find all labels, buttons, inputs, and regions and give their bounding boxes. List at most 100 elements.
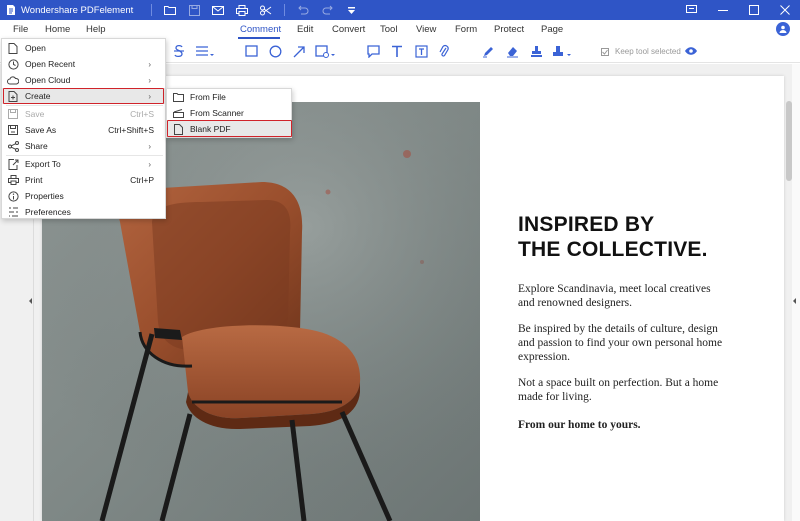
- menu-item-shortcut: Ctrl+Shift+S: [108, 125, 154, 135]
- window-controls: [676, 0, 800, 20]
- user-avatar-icon[interactable]: [776, 22, 790, 36]
- submenu-arrow-icon: ›: [148, 141, 151, 151]
- title-bar: Wondershare PDFelement: [0, 0, 800, 20]
- print-icon: [7, 174, 19, 186]
- menu-item-label: Share: [25, 141, 48, 151]
- maximize-icon[interactable]: [738, 0, 769, 20]
- stamp-icon[interactable]: [528, 43, 544, 59]
- save-icon: [7, 108, 19, 120]
- heading-line-1: INSPIRED BY: [518, 213, 655, 236]
- menu-item-preferences[interactable]: Preferences: [2, 204, 165, 220]
- submenu-arrow-icon: ›: [148, 59, 151, 69]
- quick-access-toolbar: [145, 3, 363, 17]
- doc-heading: INSPIRED BY THE COLLECTIVE.: [518, 212, 708, 262]
- menu-item-label: Print: [25, 175, 43, 185]
- menu-home[interactable]: Home: [45, 24, 70, 35]
- menu-item-label: Save: [25, 109, 45, 119]
- signature-icon[interactable]: [551, 43, 573, 59]
- menu-help[interactable]: Help: [86, 24, 106, 35]
- right-rail: [792, 64, 800, 521]
- redo-icon[interactable]: [320, 3, 334, 17]
- tab-edit[interactable]: Edit: [297, 24, 313, 35]
- expand-sidebar-icon[interactable]: [29, 298, 32, 304]
- share-icon: [7, 140, 19, 152]
- textbox-icon[interactable]: [413, 43, 429, 59]
- dropdown-icon[interactable]: [344, 3, 358, 17]
- vertical-scrollbar[interactable]: [786, 101, 792, 181]
- menu-item-label: Open Recent: [25, 59, 76, 69]
- lines-icon[interactable]: [194, 43, 216, 59]
- properties-icon: [7, 190, 19, 202]
- submenu-item-from-scanner[interactable]: From Scanner: [167, 105, 291, 121]
- menu-item-open-recent[interactable]: Open Recent ›: [2, 56, 165, 72]
- menu-item-save[interactable]: Save Ctrl+S: [2, 106, 165, 122]
- menu-item-open[interactable]: Open: [2, 40, 165, 56]
- pen-icon[interactable]: [480, 43, 496, 59]
- save-icon[interactable]: [187, 3, 201, 17]
- note-icon[interactable]: [365, 43, 381, 59]
- undo-icon[interactable]: [296, 3, 310, 17]
- file-menu: Open Open Recent › Open Cloud › Create ›…: [1, 38, 166, 219]
- submenu-item-label: From File: [190, 92, 226, 102]
- folder-icon[interactable]: [163, 3, 177, 17]
- shape-icon[interactable]: [314, 43, 338, 59]
- cloud-icon: [7, 74, 19, 86]
- mail-icon[interactable]: [211, 3, 225, 17]
- eraser-icon[interactable]: [504, 43, 520, 59]
- divider: [151, 4, 153, 16]
- submenu-arrow-icon: ›: [148, 159, 151, 169]
- keep-tool-label: Keep tool selected: [615, 47, 681, 56]
- arrow-icon[interactable]: [291, 43, 307, 59]
- menu-file[interactable]: File: [13, 24, 28, 35]
- menu-item-properties[interactable]: Properties: [2, 188, 165, 204]
- tab-view[interactable]: View: [416, 24, 436, 35]
- close-icon[interactable]: [769, 0, 800, 20]
- heading-line-2: THE COLLECTIVE.: [518, 238, 708, 261]
- tab-comment[interactable]: Comment: [240, 24, 281, 35]
- circle-icon[interactable]: [267, 43, 283, 59]
- expand-right-panel-icon[interactable]: [793, 298, 796, 304]
- menu-item-shortcut: Ctrl+S: [130, 109, 154, 119]
- preferences-icon: [7, 206, 19, 218]
- tab-convert[interactable]: Convert: [332, 24, 365, 35]
- menu-item-label: Save As: [25, 125, 57, 135]
- clock-icon: [7, 58, 19, 70]
- text-icon[interactable]: [389, 43, 405, 59]
- menu-item-save-as[interactable]: Save As Ctrl+Shift+S: [2, 122, 165, 138]
- open-file-icon: [7, 42, 19, 54]
- paragraph-1: Explore Scandinavia, meet local creative…: [518, 283, 711, 309]
- tab-protect[interactable]: Protect: [494, 24, 524, 35]
- paragraph-4: From our home to yours.: [518, 419, 641, 431]
- scissors-icon[interactable]: [259, 3, 273, 17]
- eye-icon[interactable]: [683, 43, 699, 59]
- tab-tool[interactable]: Tool: [380, 24, 397, 35]
- menu-item-shortcut: Ctrl+P: [130, 175, 154, 185]
- tab-page[interactable]: Page: [541, 24, 563, 35]
- menu-item-label: Properties: [25, 191, 64, 201]
- menu-item-open-cloud[interactable]: Open Cloud ›: [2, 72, 165, 88]
- blank-pdf-highlight-box: [167, 120, 292, 137]
- submenu-item-from-file[interactable]: From File: [167, 89, 291, 105]
- menu-item-share[interactable]: Share ›: [2, 138, 165, 154]
- keep-tool-selected[interactable]: Keep tool selected: [601, 47, 681, 56]
- menu-item-label: Open Cloud: [25, 75, 71, 85]
- menu-item-label: Preferences: [25, 207, 71, 217]
- attachment-icon[interactable]: [436, 43, 452, 59]
- save-as-icon: [7, 124, 19, 136]
- menu-bar: File Home Help Comment Edit Convert Tool…: [0, 20, 800, 39]
- strikethrough-icon[interactable]: [171, 43, 187, 59]
- minimize-icon[interactable]: [707, 0, 738, 20]
- paragraph-3: Not a space built on perfection. But a h…: [518, 377, 719, 403]
- app-title: Wondershare PDFelement: [21, 4, 134, 16]
- tab-form[interactable]: Form: [455, 24, 477, 35]
- keep-tool-checkbox[interactable]: [601, 47, 609, 56]
- menu-item-label: Export To: [25, 159, 61, 169]
- menu-item-export-to[interactable]: Export To ›: [2, 156, 165, 172]
- print-icon[interactable]: [235, 3, 249, 17]
- app-logo-icon: [3, 2, 19, 18]
- rectangle-icon[interactable]: [243, 43, 259, 59]
- restore-icon[interactable]: [676, 0, 707, 20]
- scanner-icon: [172, 107, 184, 119]
- paragraph-2: Be inspired by the details of culture, d…: [518, 323, 723, 363]
- menu-item-print[interactable]: Print Ctrl+P: [2, 172, 165, 188]
